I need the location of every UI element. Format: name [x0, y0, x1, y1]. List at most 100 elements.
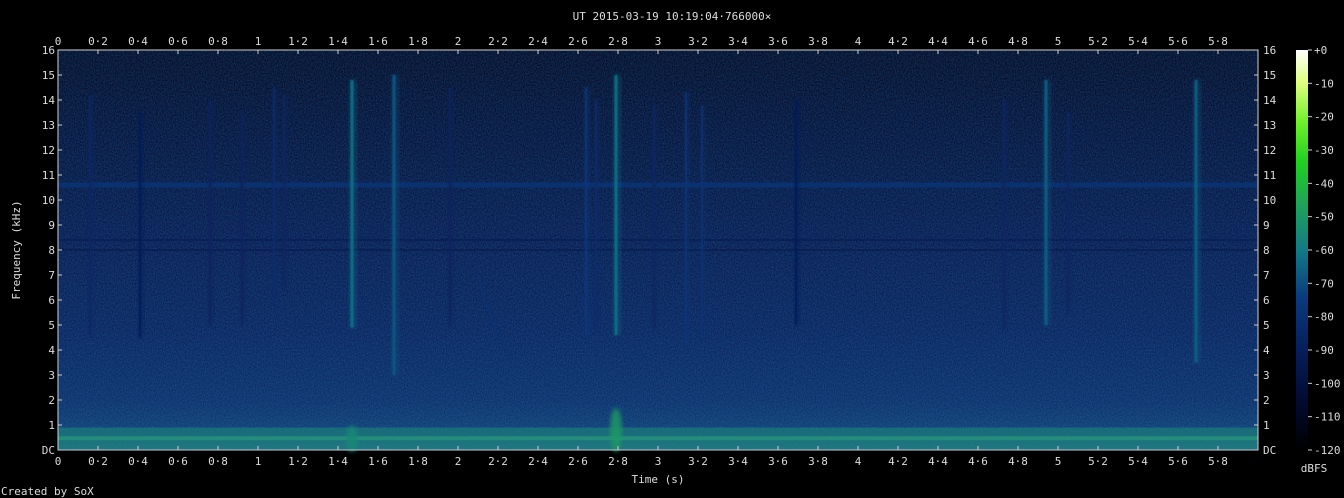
- x-tick-label: 0·4: [128, 455, 148, 468]
- x-tick-label: 0·6: [168, 35, 188, 48]
- x-tick-label: 2·6: [568, 35, 588, 48]
- x-tick-label: 5: [1055, 35, 1062, 48]
- x-tick-label: 5·6: [1168, 455, 1188, 468]
- colorbar-tick-label: -70: [1314, 277, 1334, 290]
- x-tick-label: 1: [255, 455, 262, 468]
- transient-line: [585, 87, 587, 335]
- x-tick-label: 2·2: [488, 455, 508, 468]
- x-tick-label: 3·6: [768, 35, 788, 48]
- y-tick-label: DC: [1263, 444, 1276, 457]
- transient-line: [1044, 80, 1048, 325]
- credit-text: Created by SoX: [1, 485, 94, 498]
- y-tick-label: 10: [42, 194, 55, 207]
- colorbar-label: dBFS: [1301, 462, 1328, 475]
- x-tick-label: 2·2: [488, 35, 508, 48]
- x-tick-label: 1·6: [368, 35, 388, 48]
- x-tick-label: 4: [855, 455, 862, 468]
- y-tick-label: 1: [1263, 419, 1270, 432]
- x-tick-label: 0·8: [208, 455, 228, 468]
- y-tick-label: DC: [42, 444, 55, 457]
- colorbar-tick-label: +0: [1314, 44, 1327, 57]
- colorbar-tick-label: -110: [1314, 411, 1341, 424]
- x-axis-label: Time (s): [632, 473, 685, 486]
- x-tick-label: 3·6: [768, 455, 788, 468]
- x-tick-label: 2·6: [568, 455, 588, 468]
- y-tick-label: 10: [1263, 194, 1276, 207]
- colorbar-tick-label: -40: [1314, 177, 1334, 190]
- colorbar-tick-label: -50: [1314, 211, 1334, 224]
- x-tick-label: 0·2: [88, 35, 108, 48]
- x-tick-label: 4·4: [928, 455, 948, 468]
- colorbar-tick-label: -10: [1314, 77, 1334, 90]
- x-tick-label: 5: [1055, 455, 1062, 468]
- y-tick-label: 3: [48, 369, 55, 382]
- x-tick-label: 5·8: [1208, 35, 1228, 48]
- y-axis-label: Frequency (kHz): [10, 200, 23, 299]
- colorbar-tick-label: -90: [1314, 344, 1334, 357]
- x-tick-label: 0·4: [128, 35, 148, 48]
- x-tick-label: 1: [255, 35, 262, 48]
- y-tick-label: 16: [1263, 44, 1276, 57]
- y-tick-label: 5: [1263, 319, 1270, 332]
- x-tick-label: 5·4: [1128, 35, 1148, 48]
- x-tick-label: 1·4: [328, 455, 348, 468]
- x-tick-label: 3·4: [728, 35, 748, 48]
- colorbar-tick-label: -80: [1314, 311, 1334, 324]
- y-tick-label: 2: [48, 394, 55, 407]
- y-tick-label: 6: [48, 294, 55, 307]
- y-tick-label: 8: [1263, 244, 1270, 257]
- x-tick-label: 4: [855, 35, 862, 48]
- x-tick-label: 3·8: [808, 455, 828, 468]
- transient-line: [89, 95, 91, 335]
- y-tick-label: 15: [1263, 69, 1276, 82]
- y-tick-label: 12: [1263, 144, 1276, 157]
- transient-line: [241, 112, 243, 325]
- x-tick-label: 1·2: [288, 35, 308, 48]
- transient-line: [392, 75, 396, 375]
- x-tick-label: 2: [455, 455, 462, 468]
- x-tick-label: 5·4: [1128, 455, 1148, 468]
- x-tick-label: 4·2: [888, 455, 908, 468]
- y-tick-label: 14: [1263, 94, 1277, 107]
- transient-line: [595, 100, 597, 330]
- y-tick-label: 8: [48, 244, 55, 257]
- plot-area: [58, 50, 1258, 452]
- y-tick-label: 9: [1263, 219, 1270, 232]
- transient-line: [1003, 100, 1005, 330]
- x-tick-label: 4·8: [1008, 455, 1028, 468]
- colorbar-tick-label: -60: [1314, 244, 1334, 257]
- x-tick-label: 4·2: [888, 35, 908, 48]
- y-tick-label: 16: [42, 44, 55, 57]
- low-frequency-burst: [610, 408, 622, 452]
- y-tick-label: 7: [1263, 269, 1270, 282]
- colorbar: +0 -10 -20 -30 -40 -50 -60 -70 -80 -90 -100 -110 -12…: [1296, 44, 1341, 475]
- x-tick-label: 1·8: [408, 35, 428, 48]
- x-tick-label: 2·4: [528, 455, 548, 468]
- y-tick-label: 14: [42, 94, 56, 107]
- x-tick-label: 0: [55, 455, 62, 468]
- x-tick-label: 4·8: [1008, 35, 1028, 48]
- x-tick-label: 3·2: [688, 35, 708, 48]
- x-tick-label: 3·8: [808, 35, 828, 48]
- transient-line: [273, 87, 275, 305]
- y-tick-label: 9: [48, 219, 55, 232]
- y-tick-label: 4: [48, 344, 55, 357]
- x-tick-label: 3·2: [688, 455, 708, 468]
- y-tick-label: 4: [1263, 344, 1270, 357]
- x-tick-label: 0·6: [168, 455, 188, 468]
- x-tick-label: 5·2: [1088, 35, 1108, 48]
- low-frequency-burst: [346, 425, 358, 452]
- y-tick-label: 1: [48, 419, 55, 432]
- x-tick-label: 4·4: [928, 35, 948, 48]
- x-tick-label: 5·2: [1088, 455, 1108, 468]
- transient-line: [1067, 112, 1069, 313]
- y-tick-label: 13: [42, 119, 55, 132]
- low-frequency-band-peak: [58, 436, 1258, 441]
- colorbar-tick-label: -100: [1314, 377, 1341, 390]
- x-tick-label: 3·4: [728, 455, 748, 468]
- transient-line: [1194, 80, 1198, 363]
- y-tick-label: 7: [48, 269, 55, 282]
- y-tick-label: 13: [1263, 119, 1276, 132]
- x-tick-label: 4·6: [968, 35, 988, 48]
- chart-title: UT 2015-03-19 10:19:04·766000×: [573, 10, 772, 23]
